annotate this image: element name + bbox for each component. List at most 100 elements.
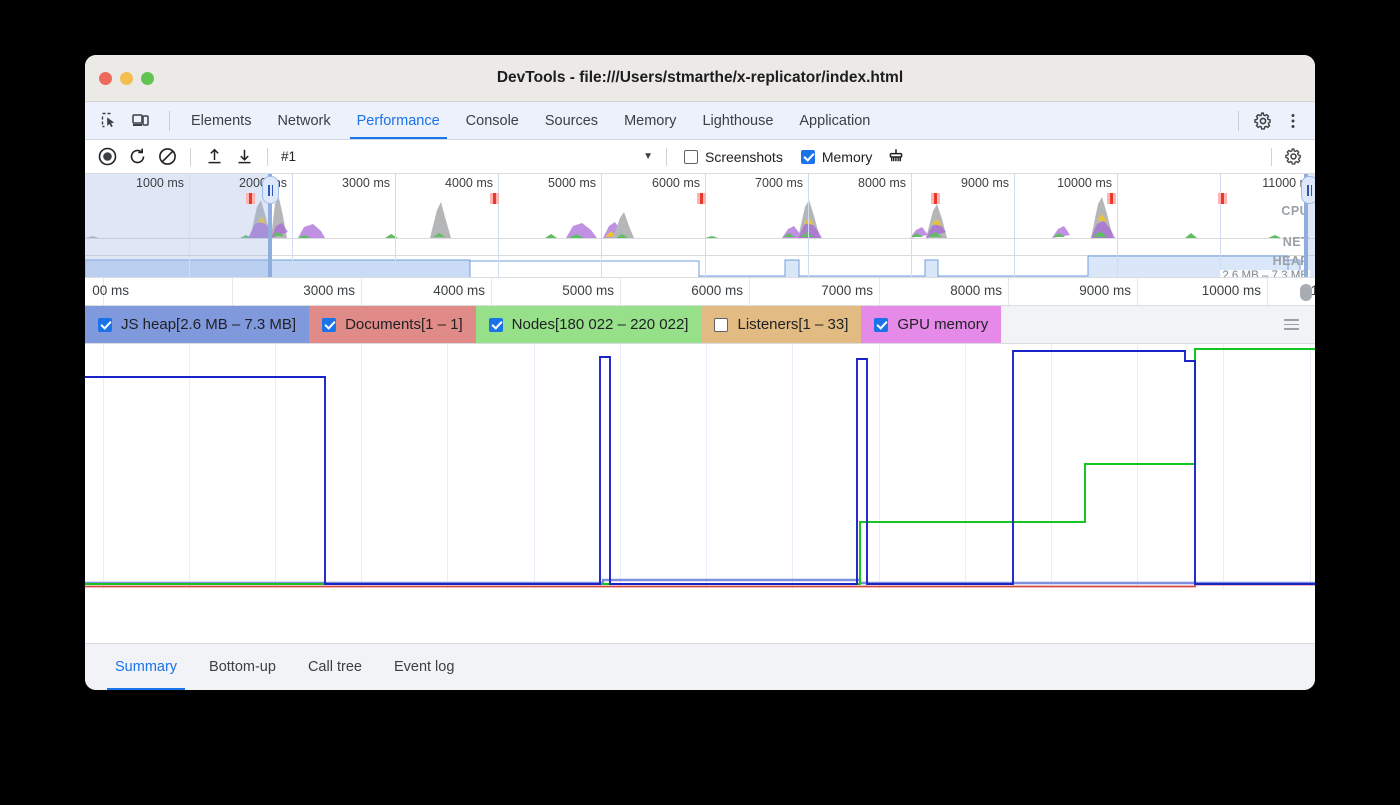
heap-range-label: 2.6 MB – 7.3 MB	[1220, 270, 1310, 278]
screen: DevTools - file:///Users/stmarthe/x-repl…	[0, 0, 1400, 805]
timeline-ruler[interactable]: 00 ms 3000 ms 4000 ms 5000 ms 6000 ms 70…	[85, 278, 1315, 306]
overview-gridline	[1220, 174, 1221, 277]
overview-tick-label: 10000 ms	[1057, 176, 1117, 190]
series-gpu-memory	[85, 580, 1315, 583]
ruler-tick	[620, 278, 621, 305]
ruler-tick	[1137, 278, 1138, 305]
overview-tick-label: 1000 ms	[136, 176, 189, 190]
device-toolbar-icon[interactable]	[127, 108, 155, 134]
screenshots-checkbox[interactable]: Screenshots	[676, 149, 791, 165]
save-profile-icon[interactable]	[230, 144, 258, 170]
legend-label-documents: Documents[1 – 1]	[345, 316, 463, 333]
devtools-window: DevTools - file:///Users/stmarthe/x-repl…	[85, 55, 1315, 690]
ruler-label: 00 ms	[92, 283, 135, 298]
ruler-label: 9000 ms	[1079, 283, 1137, 298]
frame-marker[interactable]	[1107, 193, 1116, 204]
tab-summary[interactable]: Summary	[99, 644, 193, 690]
tabstrip-divider	[169, 111, 170, 131]
screenshots-label: Screenshots	[705, 149, 783, 165]
memory-counters-legend: JS heap[2.6 MB – 7.3 MB] Documents[1 – 1…	[85, 306, 1315, 344]
documents-checkbox[interactable]	[322, 318, 336, 332]
toolbar-divider-1	[190, 148, 191, 166]
gpu-memory-checkbox[interactable]	[874, 318, 888, 332]
toolbar-divider-4	[1271, 148, 1272, 166]
legend-item-nodes[interactable]: Nodes[180 022 – 220 022]	[476, 306, 702, 343]
gear-icon[interactable]	[1279, 144, 1307, 170]
legend-label-nodes: Nodes[180 022 – 220 022]	[512, 316, 689, 333]
details-tabbar: Summary Bottom-up Call tree Event log	[85, 643, 1315, 690]
frame-marker[interactable]	[931, 193, 940, 204]
overview-gridline	[808, 174, 809, 277]
overview-tick-label: 9000 ms	[961, 176, 1014, 190]
more-options-icon[interactable]	[1279, 108, 1307, 134]
screenshots-checkbox-box	[684, 150, 698, 164]
inspect-element-icon[interactable]	[95, 108, 123, 134]
timeline-overview[interactable]: 1000 ms 2000 ms 3000 ms 4000 ms 5000 ms …	[85, 174, 1315, 278]
zoom-button[interactable]	[141, 72, 154, 85]
collect-garbage-icon[interactable]	[882, 144, 910, 170]
ruler-label: 6000 ms	[691, 283, 749, 298]
legend-item-documents[interactable]: Documents[1 – 1]	[309, 306, 476, 343]
memory-counters-chart[interactable]	[85, 344, 1315, 589]
nodes-checkbox[interactable]	[489, 318, 503, 332]
ruler-label: 3000 ms	[303, 283, 361, 298]
scrollbar-thumb[interactable]	[1300, 284, 1312, 301]
reload-and-record-icon[interactable]	[123, 144, 151, 170]
overview-tick-label: 8000 ms	[858, 176, 911, 190]
tab-lighthouse[interactable]: Lighthouse	[689, 102, 786, 139]
devtools-tabs: Elements Network Performance Console Sou…	[178, 102, 883, 139]
tab-console[interactable]: Console	[453, 102, 532, 139]
series-js-heap	[85, 351, 1315, 584]
overview-tick-label: 6000 ms	[652, 176, 705, 190]
ruler-tick	[879, 278, 880, 305]
chevron-down-icon: ▼	[643, 151, 653, 162]
js-heap-checkbox[interactable]	[98, 318, 112, 332]
window-controls	[85, 72, 154, 85]
minimize-button[interactable]	[120, 72, 133, 85]
tab-application[interactable]: Application	[786, 102, 883, 139]
tab-sources[interactable]: Sources	[532, 102, 611, 139]
toolbar-right	[1264, 144, 1307, 170]
legend-item-gpu-memory[interactable]: GPU memory	[861, 306, 1001, 343]
legend-label-listeners: Listeners[1 – 33]	[737, 316, 848, 333]
frame-marker[interactable]	[1218, 193, 1227, 204]
tab-event-log[interactable]: Event log	[378, 644, 470, 690]
legend-menu-icon[interactable]	[1268, 306, 1315, 343]
overview-tick-label: 7000 ms	[755, 176, 808, 190]
legend-item-listeners[interactable]: Listeners[1 – 33]	[701, 306, 861, 343]
tab-bottom-up[interactable]: Bottom-up	[193, 644, 292, 690]
toolbar-divider-3	[666, 148, 667, 166]
overview-gridline	[705, 174, 706, 277]
overview-selection-grip-right[interactable]	[1301, 176, 1315, 204]
window-title: DevTools - file:///Users/stmarthe/x-repl…	[85, 69, 1315, 87]
frame-marker[interactable]	[246, 193, 255, 204]
tab-memory[interactable]: Memory	[611, 102, 689, 139]
tab-network[interactable]: Network	[264, 102, 343, 139]
memory-checkbox-box	[801, 150, 815, 164]
ruler-label: 4000 ms	[433, 283, 491, 298]
load-profile-icon[interactable]	[200, 144, 228, 170]
frame-marker[interactable]	[490, 193, 499, 204]
ruler-tick	[749, 278, 750, 305]
clear-icon[interactable]	[153, 144, 181, 170]
tab-call-tree[interactable]: Call tree	[292, 644, 378, 690]
tab-elements[interactable]: Elements	[178, 102, 264, 139]
legend-item-js-heap[interactable]: JS heap[2.6 MB – 7.3 MB]	[85, 306, 309, 343]
overview-gridline	[1014, 174, 1015, 277]
overview-tick-label: 4000 ms	[445, 176, 498, 190]
overview-selection-grip-left[interactable]	[262, 176, 279, 204]
ruler-label: 8000 ms	[950, 283, 1008, 298]
record-icon[interactable]	[93, 144, 121, 170]
toolbar-divider-2	[267, 148, 268, 166]
frame-marker[interactable]	[697, 193, 706, 204]
gear-icon[interactable]	[1249, 108, 1277, 134]
profile-select[interactable]: #1 ▼	[277, 145, 657, 169]
overview-tick-label: 5000 ms	[548, 176, 601, 190]
listeners-checkbox[interactable]	[714, 318, 728, 332]
close-button[interactable]	[99, 72, 112, 85]
overview-gridline	[292, 174, 293, 277]
devtools-tabstrip: Elements Network Performance Console Sou…	[85, 102, 1315, 140]
memory-checkbox[interactable]: Memory	[793, 149, 881, 165]
overview-gridline	[601, 174, 602, 277]
tab-performance[interactable]: Performance	[344, 102, 453, 139]
